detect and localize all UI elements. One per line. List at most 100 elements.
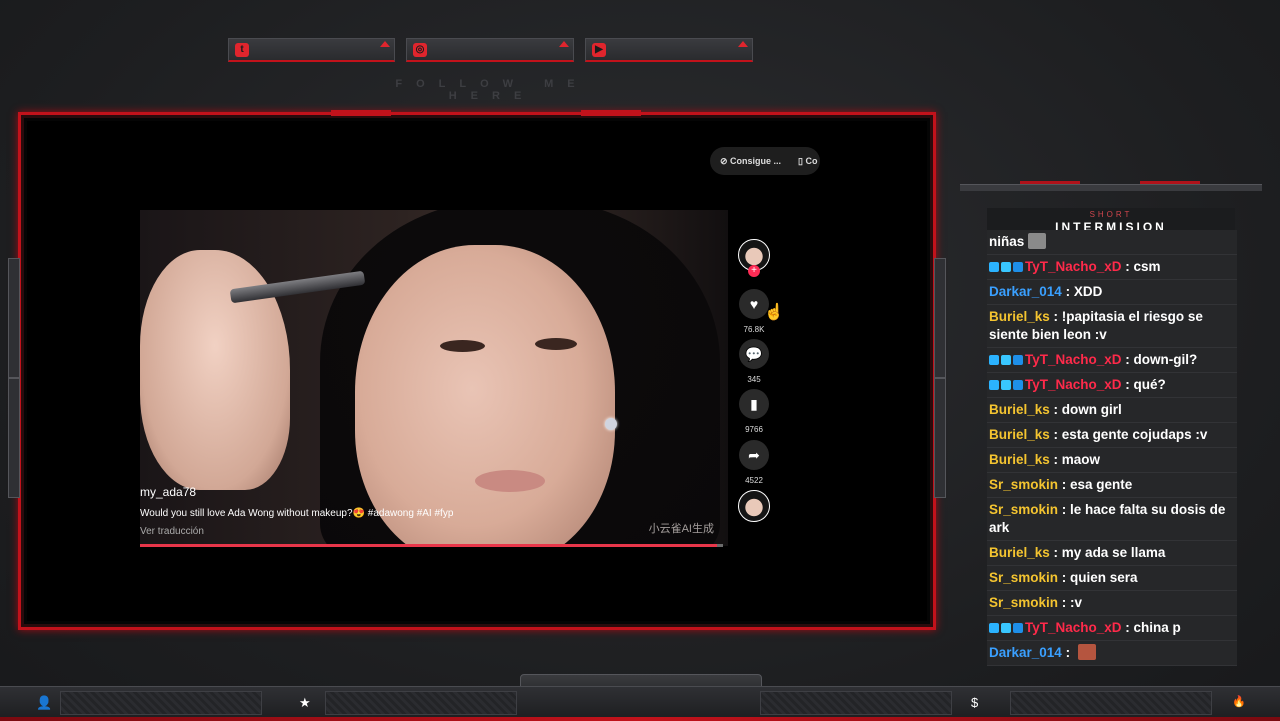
top-pill-bar: ⊘ Consigue ... ▯ Co [710, 147, 820, 175]
chat-message: Darkar_014 : [987, 641, 1237, 666]
save-button[interactable]: ▮ 9766 [738, 389, 770, 434]
chat-message: TyT_Nacho_xD : china p [987, 616, 1237, 641]
video-earring [605, 418, 617, 430]
chat-title-small: SHORT [1089, 210, 1133, 219]
get-app-pill[interactable]: ⊘ Consigue ... [720, 156, 781, 167]
comment-count: 345 [747, 375, 761, 384]
comment-icon: 💬 [739, 339, 769, 369]
youtube-icon: ▶ [592, 43, 606, 57]
chat-username[interactable]: Buriel_ks [989, 402, 1050, 417]
translate-link[interactable]: Ver traducción [140, 526, 204, 537]
video-watermark: 小云雀AI生成 [648, 523, 714, 535]
chat-username[interactable]: Darkar_014 [989, 284, 1062, 299]
chat-text: : esa gente [1058, 477, 1133, 492]
chat-text: : down girl [1049, 402, 1122, 417]
triangle-icon [380, 41, 390, 47]
video-caption: Would you still love Ada Wong without ma… [140, 508, 454, 519]
chat-message: niñas [987, 230, 1237, 255]
chat-username[interactable]: Buriel_ks [989, 427, 1050, 442]
frame-side-cap [934, 258, 946, 378]
user-icon: 👤 [36, 695, 53, 710]
chat-text: : maow [1049, 452, 1101, 467]
video-progress-fill [140, 544, 718, 547]
frame-side-cap [8, 378, 20, 498]
chat-username[interactable]: TyT_Nacho_xD [1025, 259, 1122, 274]
badge-icon [1001, 355, 1011, 365]
video-eye [440, 340, 485, 352]
video-player[interactable]: 小云雀AI生成 [140, 210, 728, 546]
chat-text: : qué? [1121, 377, 1166, 392]
chat-message: Buriel_ks : my ada se llama [987, 541, 1237, 566]
chat-username[interactable]: TyT_Nacho_xD [1025, 352, 1122, 367]
bottom-slot [60, 691, 262, 715]
device-label: Co [805, 156, 818, 166]
dollar-icon: $ [971, 695, 979, 710]
badge-icon [1013, 262, 1023, 272]
badge-icon [989, 623, 999, 633]
frame-side-cap [934, 378, 946, 498]
youtube-bar[interactable]: ▶ [585, 38, 753, 62]
video-username[interactable]: my_ada78 [140, 485, 196, 499]
share-button[interactable]: ➦ 4522 [738, 440, 770, 485]
like-count: 76.8K [743, 325, 765, 334]
instagram-icon: ◎ [413, 43, 427, 57]
twitter-bar[interactable]: t [228, 38, 395, 62]
chat-username[interactable]: TyT_Nacho_xD [1025, 377, 1122, 392]
follow-plus-icon[interactable]: + [748, 265, 760, 277]
chat-username[interactable]: Sr_smokin [989, 595, 1058, 610]
chat-username[interactable]: Darkar_014 [989, 645, 1062, 660]
badge-icon [1001, 262, 1011, 272]
chat-username[interactable]: Buriel_ks [989, 309, 1050, 324]
chat-message: TyT_Nacho_xD : csm [987, 255, 1237, 280]
triangle-icon [738, 41, 748, 47]
video-progress[interactable] [140, 544, 723, 547]
chat-header-line [960, 184, 1262, 191]
chat-text: : XDD [1061, 284, 1103, 299]
chat-text: : quien sera [1058, 570, 1138, 585]
badge-icon [989, 355, 999, 365]
share-icon: ➦ [739, 440, 769, 470]
chat-text: : esta gente cojudaps :v [1049, 427, 1208, 442]
badge-icon [989, 262, 999, 272]
badge-icon [1013, 623, 1023, 633]
chat-message: Sr_smokin : esa gente [987, 473, 1237, 498]
chat-username[interactable]: Buriel_ks [989, 545, 1050, 560]
bottom-glow [0, 717, 1280, 721]
chat-message: TyT_Nacho_xD : down-gil? [987, 348, 1237, 373]
get-app-label: Consigue ... [730, 156, 782, 166]
video-eye [535, 338, 577, 350]
bottom-bar: 👤 ★ $ 🔥 [0, 686, 1280, 721]
chat-text: : china p [1121, 620, 1181, 635]
frame-notch [581, 110, 641, 116]
emote-icon [1028, 233, 1047, 249]
chat-text: : :v [1058, 595, 1083, 610]
chat-panel[interactable]: niñas TyT_Nacho_xD : csm Darkar_014 : XDD B… [987, 230, 1237, 666]
chat-header-bar [960, 178, 1262, 196]
chat-message: Buriel_ks : !papitasia el riesgo se sien… [987, 305, 1237, 348]
chat-message: Buriel_ks : maow [987, 448, 1237, 473]
chat-username[interactable]: Sr_smokin [989, 477, 1058, 492]
share-count: 4522 [745, 476, 763, 485]
badge-icon [1013, 355, 1023, 365]
chat-message: Sr_smokin : quien sera [987, 566, 1237, 591]
chat-message: TyT_Nacho_xD : qué? [987, 373, 1237, 398]
chat-message: Buriel_ks : down girl [987, 398, 1237, 423]
chat-message: Sr_smokin : le hace falta su dosis de ar… [987, 498, 1237, 541]
follow-text: FOLLOW ME HERE [395, 78, 589, 102]
chat-username[interactable]: Sr_smokin [989, 502, 1058, 517]
bottom-slot [1010, 691, 1212, 715]
emote-icon [1077, 644, 1096, 660]
chat-username[interactable]: Buriel_ks [989, 452, 1050, 467]
chat-text: niñas [989, 234, 1025, 249]
badge-icon [989, 380, 999, 390]
creator-avatar[interactable]: + [738, 239, 770, 277]
chat-header-accent [1020, 181, 1080, 184]
chat-username[interactable]: TyT_Nacho_xD [1025, 620, 1122, 635]
instagram-bar[interactable]: ◎ [406, 38, 574, 62]
bottom-slot [325, 691, 517, 715]
chat-username[interactable]: Sr_smokin [989, 570, 1058, 585]
chat-message: Buriel_ks : esta gente cojudaps :v [987, 423, 1237, 448]
device-pill[interactable]: ▯ Co [798, 156, 817, 167]
comment-button[interactable]: 💬 345 [738, 339, 770, 384]
music-avatar[interactable] [738, 490, 770, 522]
